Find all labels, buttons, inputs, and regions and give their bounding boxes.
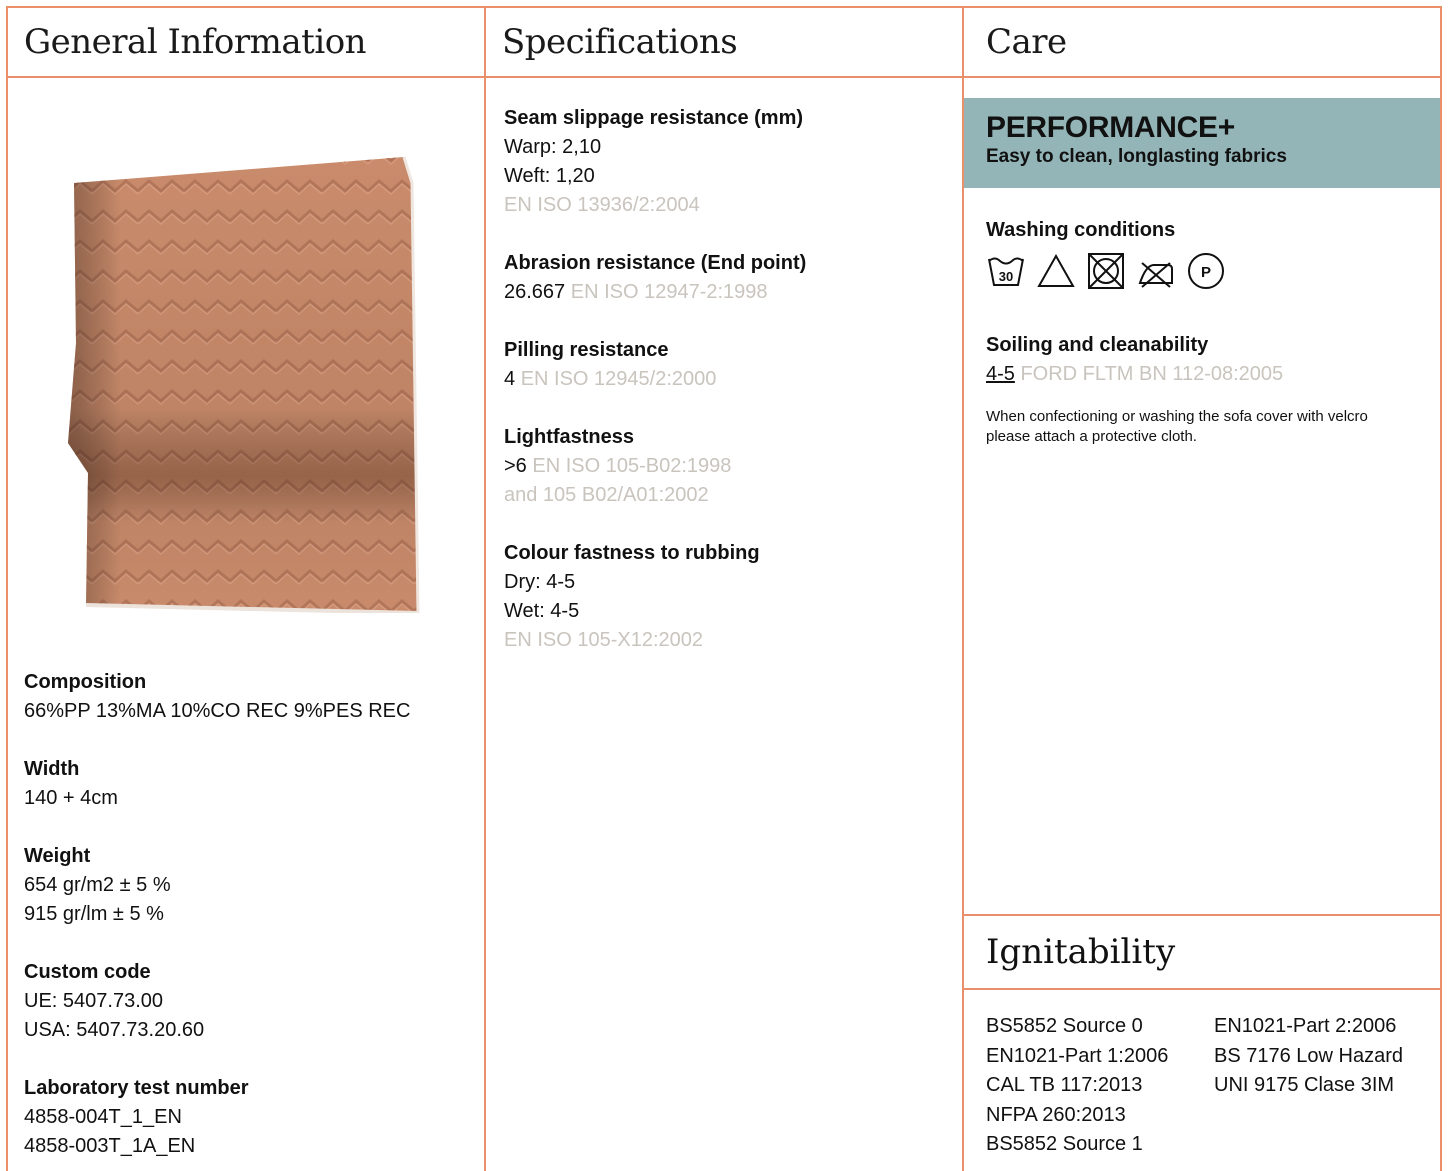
fabric-swatch-image bbox=[68, 156, 420, 613]
width-value: 140 + 4cm bbox=[24, 787, 118, 809]
care-note: When confectioning or washing the sofa c… bbox=[986, 408, 1368, 445]
rubbing-dry-value: Dry: 4-5 bbox=[504, 571, 576, 593]
lab-test-block: Laboratory test number 4858-004T_1_EN 48… bbox=[24, 1074, 468, 1161]
weight-value-lm: 915 gr/lm ± 5 % bbox=[24, 903, 164, 925]
wash-30-icon: 30 bbox=[988, 257, 1024, 286]
soiling-value: 4-5 bbox=[986, 363, 1015, 385]
bleach-allowed-icon bbox=[1037, 253, 1075, 287]
soiling-block: Soiling and cleanability bbox=[986, 331, 1418, 360]
custom-code-label: Custom code bbox=[24, 961, 151, 983]
soiling-result: 4-5 FORD FLTM BN 112-08:2005 bbox=[986, 360, 1418, 389]
pilling-value: 4 bbox=[504, 368, 516, 390]
care-header: Care bbox=[964, 8, 1440, 78]
weight-block: Weight 654 gr/m2 ± 5 % 915 gr/lm ± 5 % bbox=[24, 842, 468, 929]
dry-clean-letter: P bbox=[1201, 264, 1211, 281]
lightfastness-standard: EN ISO 105-B02:1998 bbox=[532, 455, 732, 477]
ignitability-item: EN1021-Part 2:2006 bbox=[1214, 1015, 1397, 1037]
ignitability-title: Ignitability bbox=[986, 932, 1176, 972]
dry-clean-p-icon: P bbox=[1188, 253, 1224, 289]
composition-value: 66%PP 13%MA 10%CO REC 9%PES REC bbox=[24, 700, 411, 722]
lightfastness-value: >6 bbox=[504, 455, 527, 477]
width-block: Width 140 + 4cm bbox=[24, 755, 468, 813]
washing-icons: 30 P bbox=[986, 251, 1418, 291]
abrasion-value: 26.667 bbox=[504, 281, 566, 303]
performance-banner: PERFORMANCE+ Easy to clean, longlasting … bbox=[964, 98, 1440, 188]
specifications-title: Specifications bbox=[502, 22, 738, 62]
lightfastness-label: Lightfastness bbox=[504, 426, 635, 448]
soiling-standard: FORD FLTM BN 112-08:2005 bbox=[1020, 363, 1284, 385]
ignitability-item: CAL TB 117:2013 bbox=[986, 1074, 1143, 1096]
ignitability-item: BS 7176 Low Hazard bbox=[1214, 1044, 1404, 1067]
care-title: Care bbox=[986, 22, 1067, 62]
performance-subtitle: Easy to clean, longlasting fabrics bbox=[986, 146, 1287, 167]
composition-label: Composition bbox=[24, 671, 147, 693]
custom-code-ue: UE: 5407.73.00 bbox=[24, 990, 163, 1012]
ignitability-col-1: BS5852 Source 0 EN1021-Part 1:2006 CAL T… bbox=[986, 1012, 1214, 1160]
lightfastness-standard-2: and 105 B02/A01:2002 bbox=[504, 484, 709, 506]
lab-test-label: Laboratory test number bbox=[24, 1077, 249, 1099]
ignitability-item: BS5852 Source 1 bbox=[986, 1133, 1143, 1155]
width-label: Width bbox=[24, 758, 80, 780]
ignitability-item: UNI 9175 Clase 3IM bbox=[1214, 1074, 1395, 1096]
specifications-list: Seam slippage resistance (mm) Warp: 2,10… bbox=[486, 78, 962, 655]
no-iron-icon bbox=[1138, 262, 1173, 288]
pilling-standard: EN ISO 12945/2:2000 bbox=[520, 368, 717, 390]
lab-test-value-1: 4858-004T_1_EN bbox=[24, 1106, 182, 1128]
custom-code-usa: USA: 5407.73.20.60 bbox=[24, 1019, 205, 1041]
general-information-title: General Information bbox=[24, 22, 367, 62]
rubbing-label: Colour fastness to rubbing bbox=[504, 542, 760, 564]
lightfastness-block: Lightfastness >6 EN ISO 105-B02:1998 and… bbox=[504, 423, 944, 510]
ignitability-header: Ignitability bbox=[964, 916, 1440, 990]
rubbing-block: Colour fastness to rubbing Dry: 4-5 Wet:… bbox=[504, 539, 944, 655]
ignitability-item: EN1021-Part 1:2006 bbox=[986, 1044, 1169, 1067]
ignitability-list: BS5852 Source 0 EN1021-Part 1:2006 CAL T… bbox=[964, 990, 1440, 1160]
lab-test-value-2: 4858-003T_1A_EN bbox=[24, 1135, 196, 1157]
abrasion-standard: EN ISO 12947-2:1998 bbox=[570, 281, 768, 303]
seam-standard: EN ISO 13936/2:2004 bbox=[504, 194, 700, 216]
general-info-list: Composition 66%PP 13%MA 10%CO REC 9%PES … bbox=[8, 668, 484, 1161]
specifications-column: Specifications Seam slippage resistance … bbox=[486, 8, 964, 1171]
care-body: Washing conditions 30 P Soiling and clea… bbox=[964, 188, 1440, 447]
rubbing-standard: EN ISO 105-X12:2002 bbox=[504, 629, 704, 651]
performance-title: PERFORMANCE+ bbox=[986, 111, 1235, 144]
abrasion-label: Abrasion resistance (End point) bbox=[504, 252, 807, 274]
weight-value-m2: 654 gr/m2 ± 5 % bbox=[24, 874, 171, 896]
no-tumble-dry-icon bbox=[1088, 253, 1124, 289]
seam-slippage-block: Seam slippage resistance (mm) Warp: 2,10… bbox=[504, 104, 944, 220]
ignitability-item: BS5852 Source 0 bbox=[986, 1015, 1143, 1037]
seam-slippage-label: Seam slippage resistance (mm) bbox=[504, 107, 804, 129]
specifications-header: Specifications bbox=[486, 8, 962, 78]
pilling-block: Pilling resistance 4 EN ISO 12945/2:2000 bbox=[504, 336, 944, 394]
fabric-swatch bbox=[8, 78, 484, 668]
seam-warp-value: Warp: 2,10 bbox=[504, 136, 602, 158]
washing-conditions-block: Washing conditions bbox=[986, 216, 1418, 245]
rubbing-wet-value: Wet: 4-5 bbox=[504, 600, 580, 622]
ignitability-col-2: EN1021-Part 2:2006 BS 7176 Low Hazard UN… bbox=[1214, 1012, 1403, 1160]
pilling-label: Pilling resistance bbox=[504, 339, 669, 361]
composition-block: Composition 66%PP 13%MA 10%CO REC 9%PES … bbox=[24, 668, 468, 726]
custom-code-block: Custom code UE: 5407.73.00 USA: 5407.73.… bbox=[24, 958, 468, 1045]
care-column: Care PERFORMANCE+ Easy to clean, longlas… bbox=[964, 8, 1440, 1171]
general-information-header: General Information bbox=[8, 8, 484, 78]
soiling-label: Soiling and cleanability bbox=[986, 334, 1209, 356]
wash-temperature: 30 bbox=[999, 269, 1013, 284]
ignitability-item: NFPA 260:2013 bbox=[986, 1103, 1126, 1126]
general-information-column: General Information Composition 66%PP 13… bbox=[8, 8, 486, 1171]
ignitability-section: Ignitability BS5852 Source 0 EN1021-Part… bbox=[964, 914, 1440, 1171]
washing-conditions-label: Washing conditions bbox=[986, 219, 1176, 241]
weight-label: Weight bbox=[24, 845, 91, 867]
seam-weft-value: Weft: 1,20 bbox=[504, 165, 595, 187]
spec-sheet: General Information Composition 66%PP 13… bbox=[6, 6, 1442, 1171]
abrasion-block: Abrasion resistance (End point) 26.667 E… bbox=[504, 249, 944, 307]
